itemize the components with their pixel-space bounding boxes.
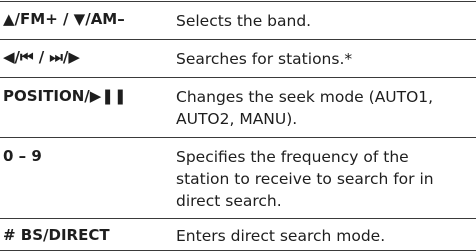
row-key-number-buttons: 0 – 9 (3, 147, 42, 165)
row-key-position: POSITION/▶❚❚ (3, 87, 127, 105)
description-line: station to receive to search for in (176, 170, 434, 188)
description-line: Specifies the frequency of the (176, 148, 409, 166)
description-line: Enters direct search mode. (176, 227, 386, 245)
table-row: ◀/⏮ / ⏭/▶ Searches for stations.* (0, 39, 476, 77)
description-line: AUTO2, MANU). (176, 110, 298, 128)
table-row: # BS/DIRECT Enters direct search mode. (0, 218, 476, 251)
description-line: Selects the band. (176, 12, 312, 30)
row-description-bs-direct: Enters direct search mode. (176, 225, 472, 247)
row-key-seek: ◀/⏮ / ⏭/▶ (3, 48, 80, 66)
row-description-band: Selects the band. (176, 10, 472, 32)
row-description-number-buttons: Specifies the frequency of the station t… (176, 146, 472, 212)
description-line: Searches for stations.* (176, 50, 353, 68)
row-description-seek: Searches for stations.* (176, 48, 472, 70)
description-line: Changes the seek mode (AUTO1, (176, 88, 434, 106)
table-row: ▲/FM+ / ▼/AM– Selects the band. (0, 1, 476, 39)
table-row: 0 – 9 Specifies the frequency of the sta… (0, 137, 476, 218)
table-row: POSITION/▶❚❚ Changes the seek mode (AUTO… (0, 77, 476, 137)
description-line: direct search. (176, 192, 282, 210)
row-key-band: ▲/FM+ / ▼/AM– (3, 10, 125, 28)
row-description-position: Changes the seek mode (AUTO1, AUTO2, MAN… (176, 86, 472, 130)
row-key-bs-direct: # BS/DIRECT (3, 226, 110, 244)
